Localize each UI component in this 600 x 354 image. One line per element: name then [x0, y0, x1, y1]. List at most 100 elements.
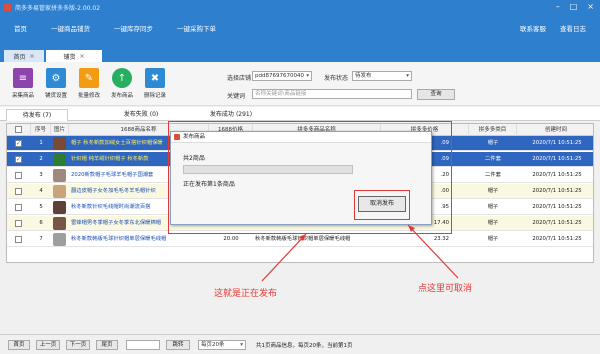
chevron-down-icon: ▾	[240, 342, 243, 348]
trash-icon: ✖	[145, 68, 165, 88]
tab-failed[interactable]: 发布失败 (0)	[110, 109, 172, 121]
status-label: 发布状态	[324, 75, 349, 82]
product-thumbnail[interactable]	[53, 137, 66, 150]
pdd-category: 二件套	[485, 156, 501, 162]
tab-home-label: 首页	[13, 53, 26, 61]
row-checkbox[interactable]	[15, 188, 22, 195]
product-name-1688[interactable]: 秋冬新款韩版毛球针织帽单层保暖毛线帽	[71, 232, 209, 247]
row-checkbox[interactable]: ✓	[15, 156, 22, 163]
product-thumbnail[interactable]	[53, 233, 66, 246]
tab-pending[interactable]: 待发布 (7)	[6, 109, 68, 121]
pdd-category: 帽子	[487, 236, 499, 242]
contact-support-link[interactable]: 联系客服	[520, 23, 546, 33]
product-thumbnail[interactable]	[53, 185, 66, 198]
prev-page-button[interactable]: 上一页	[36, 340, 60, 350]
product-thumbnail[interactable]	[53, 169, 66, 182]
chevron-down-icon: ▾	[406, 73, 409, 79]
tab-listing-label: 铺货	[63, 53, 76, 61]
tab-pending-count: (7)	[42, 112, 52, 119]
tab-listing[interactable]: 铺货 ×	[46, 50, 102, 62]
page-size-value: 每页20条	[201, 342, 225, 348]
created-time: 2020/7/1 10:51:25	[532, 188, 582, 194]
menu-item-one-click-listing[interactable]: 一键商品铺货	[51, 23, 90, 33]
cancel-highlight-box	[354, 190, 410, 220]
page-jump-input[interactable]	[126, 340, 160, 350]
menu-item-home[interactable]: 首页	[14, 23, 27, 33]
collect-products-label: 采集商品	[11, 93, 34, 99]
row-index: 3	[39, 172, 43, 178]
pencil-icon: ✎	[79, 68, 99, 88]
page-size-select[interactable]: 每页20条 ▾	[198, 340, 246, 350]
app-logo-icon	[4, 3, 11, 11]
select-all-checkbox[interactable]	[15, 126, 22, 133]
store-select[interactable]: pdd87697670040 ▾	[252, 71, 312, 81]
view-log-link[interactable]: 查看日志	[560, 23, 586, 33]
status-select-value: 待发布	[355, 73, 372, 79]
col-checkbox[interactable]	[7, 124, 31, 136]
document-tab-strip: 首页 × 铺货 ×	[0, 42, 600, 62]
next-page-button[interactable]: 下一页	[66, 340, 90, 350]
close-tab-icon[interactable]: ×	[79, 53, 84, 60]
pdd-category: 帽子	[487, 140, 499, 146]
table-row[interactable]: 7 秋冬新款韩版毛球针织帽单层保暖毛线帽 20.00 秋冬新款韩版毛球针织帽单层保暖毛…	[7, 232, 593, 247]
row-index: 6	[39, 220, 43, 226]
row-index: 4	[39, 188, 43, 194]
created-time: 2020/7/1 10:51:25	[532, 236, 582, 242]
row-checkbox[interactable]	[15, 236, 22, 243]
row-index: 5	[39, 204, 43, 210]
status-select[interactable]: 待发布 ▾	[352, 71, 412, 81]
col-index: 序号	[31, 124, 51, 136]
collect-products-button[interactable]: ≡ 采集商品	[8, 68, 38, 102]
tab-home[interactable]: 首页 ×	[4, 50, 44, 62]
col-image: 图片	[51, 124, 69, 136]
delete-records-button[interactable]: ✖ 删除记录	[140, 68, 170, 102]
row-checkbox[interactable]	[15, 204, 22, 211]
annotation-cancel-hint: 点这里可取消	[418, 284, 473, 294]
tab-success[interactable]: 发布成功 (291)	[196, 109, 266, 121]
keyword-input[interactable]: 名称关键词\商品链接	[252, 89, 412, 99]
close-tab-icon[interactable]: ×	[29, 53, 34, 60]
query-button[interactable]: 查询	[417, 89, 455, 100]
publish-products-label: 发布商品	[110, 93, 133, 99]
batch-edit-button[interactable]: ✎ 批量修改	[74, 68, 104, 102]
created-time: 2020/7/1 10:51:25	[532, 156, 582, 162]
maximize-icon[interactable]: □	[570, 2, 578, 11]
store-select-value: pdd87697670040	[255, 73, 304, 79]
pagination-summary: 共1页商品信息，每页20条，当前第1页	[256, 343, 353, 349]
keyword-label: 关键词	[227, 93, 246, 100]
tab-success-label: 发布成功	[209, 111, 234, 118]
annotation-publishing: 这就是正在发布	[214, 289, 278, 299]
minimize-icon[interactable]: –	[556, 2, 560, 11]
product-thumbnail[interactable]	[53, 217, 66, 230]
product-name-pdd: 秋冬新款韩版毛球针织帽单层保暖毛线帽	[255, 236, 351, 242]
row-checkbox[interactable]	[15, 172, 22, 179]
row-checkbox[interactable]	[15, 220, 22, 227]
publish-status-tabs: 待发布 (7) 发布失败 (0) 发布成功 (291)	[0, 107, 600, 121]
listing-settings-button[interactable]: ⚙ 铺货设置	[41, 68, 71, 102]
created-time: 2020/7/1 10:51:25	[532, 140, 582, 146]
first-page-button[interactable]: 首页	[8, 340, 30, 350]
publish-products-button[interactable]: ↑ 发布商品	[107, 68, 137, 102]
col-created-time: 创建时间	[544, 127, 567, 133]
window-title: 简多多易管家拼多多版-2.00.02	[15, 4, 101, 12]
tab-pending-label: 待发布	[22, 112, 41, 119]
main-menu-bar: 首页 一键商品铺货 一键库存同步 一键采购下单 联系客服 查看日志	[0, 14, 600, 42]
chevron-down-icon: ▾	[306, 73, 309, 79]
pdd-category: 帽子	[487, 204, 499, 210]
pdd-category: 帽子	[487, 220, 499, 226]
gear-icon: ⚙	[46, 68, 66, 88]
action-toolbar: ≡ 采集商品 ⚙ 铺货设置 ✎ 批量修改 ↑ 发布商品 ✖ 删除记录 选择店铺 …	[0, 62, 600, 106]
menu-item-one-click-purchase[interactable]: 一键采购下单	[177, 23, 216, 33]
product-thumbnail[interactable]	[53, 153, 66, 166]
product-thumbnail[interactable]	[53, 201, 66, 214]
close-window-icon[interactable]: ×	[587, 2, 594, 11]
created-time: 2020/7/1 10:51:25	[532, 172, 582, 178]
row-index: 7	[39, 236, 43, 242]
menu-item-stock-sync[interactable]: 一键库存同步	[114, 23, 153, 33]
pagination-bar: 首页 上一页 下一页 尾页 跳转 每页20条 ▾ 共1页商品信息，每页20条，当…	[0, 334, 600, 354]
upload-arrow-icon: ↑	[112, 68, 132, 88]
row-checkbox[interactable]: ✓	[15, 140, 22, 147]
jump-button[interactable]: 跳转	[166, 340, 190, 350]
last-page-button[interactable]: 尾页	[96, 340, 118, 350]
tab-failed-label: 发布失败	[123, 111, 148, 118]
